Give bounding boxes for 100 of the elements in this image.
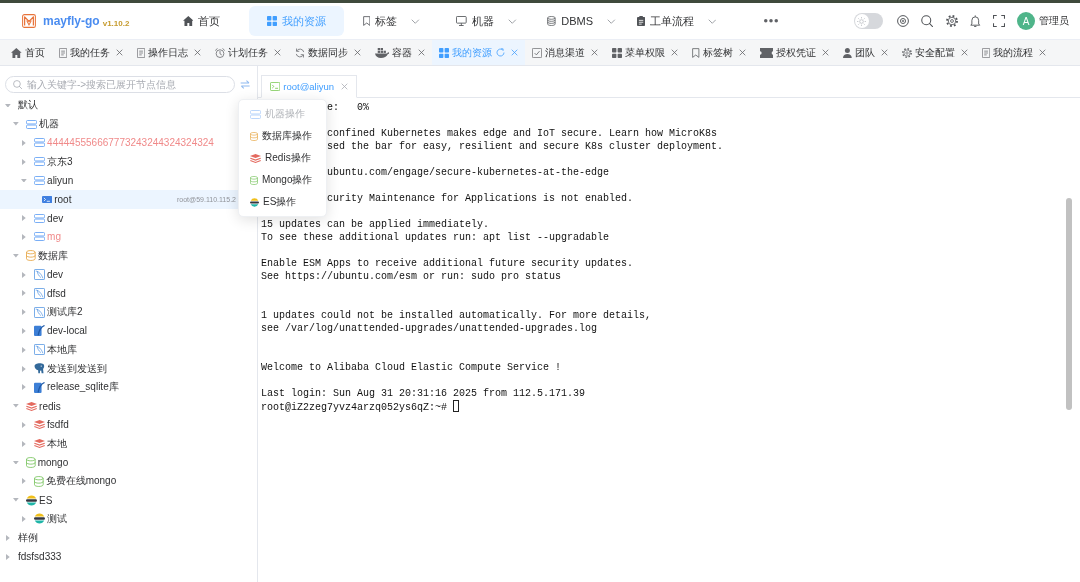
nav-menu-item[interactable]: 工单流程	[629, 6, 724, 36]
close-icon[interactable]	[822, 49, 830, 56]
nav-menu-item[interactable]: 标签	[344, 6, 439, 36]
tree-item[interactable]: 数据库	[0, 246, 257, 266]
close-icon[interactable]	[961, 49, 969, 56]
striped-circle-icon	[34, 513, 45, 525]
database-icon	[26, 457, 36, 469]
page-tab[interactable]: 我的任务	[51, 40, 130, 65]
refresh-icon[interactable]	[496, 48, 506, 57]
close-icon[interactable]	[193, 49, 201, 56]
page-tab[interactable]: 安全配置	[895, 40, 976, 65]
close-icon[interactable]	[671, 49, 679, 56]
caret-right-icon[interactable]	[22, 365, 26, 372]
tree-item[interactable]: dev	[0, 265, 257, 284]
caret-right-icon[interactable]	[22, 421, 26, 428]
swap-icon[interactable]	[240, 80, 251, 89]
tree-item[interactable]: fdsfsd333	[0, 547, 257, 566]
nav-menu-item[interactable]: DBMS	[534, 6, 629, 36]
user-name[interactable]: 管理员	[1039, 14, 1069, 28]
close-icon[interactable]	[511, 49, 519, 56]
target-icon[interactable]	[896, 15, 909, 27]
close-icon[interactable]	[881, 49, 889, 56]
caret-down-icon[interactable]	[21, 178, 27, 183]
caret-right-icon[interactable]	[22, 478, 26, 485]
bell-icon[interactable]	[970, 15, 981, 27]
logo-icon	[22, 14, 36, 28]
terminal-line: To see these additional updates run: apt list --upgradable	[261, 232, 610, 243]
caret-right-icon[interactable]	[22, 384, 26, 391]
alarm-clock-icon	[214, 47, 225, 58]
close-icon[interactable]	[418, 49, 426, 56]
terminal-line: Last login: Sun Aug 31 20:31:16 2025 from 112.5.171.39	[261, 388, 586, 399]
tree-item[interactable]: mongo	[0, 453, 257, 472]
tree-item[interactable]: redis	[0, 396, 257, 416]
close-icon[interactable]	[353, 49, 361, 56]
ticket-icon	[759, 47, 774, 58]
caret-right-icon[interactable]	[22, 346, 26, 353]
tree-item[interactable]: dev-local	[0, 321, 257, 341]
page-tab[interactable]: 数据同步	[287, 40, 368, 65]
terminal-line: confined Kubernetes makes edge and IoT secure. Learn how MicroK8s	[327, 128, 718, 139]
caret-down-icon[interactable]	[13, 253, 19, 258]
page-tab[interactable]: 标签树	[685, 40, 753, 65]
page-tab[interactable]: 计划任务	[207, 40, 288, 65]
tree-item[interactable]: release_sqlite库	[0, 377, 257, 397]
search-icon[interactable]	[921, 15, 933, 27]
tree-item[interactable]: 测试	[0, 509, 257, 529]
page-tab[interactable]: 授权凭证	[752, 40, 837, 65]
caret-right-icon[interactable]	[22, 140, 26, 146]
caret-down-icon[interactable]	[5, 103, 11, 108]
tree-item[interactable]: fsdfd	[0, 415, 257, 435]
caret-down-icon[interactable]	[13, 498, 19, 502]
tree-item[interactable]: 免费在线mongo	[0, 471, 257, 491]
caret-right-icon[interactable]	[6, 534, 10, 541]
square-swoosh-icon	[34, 306, 45, 318]
caret-right-icon[interactable]	[22, 215, 26, 222]
gear-icon[interactable]	[945, 15, 958, 27]
caret-down-icon[interactable]	[13, 460, 19, 465]
fullscreen-icon[interactable]	[993, 15, 1005, 27]
tree-item[interactable]: 发送到发送到	[0, 359, 257, 378]
close-icon[interactable]	[273, 49, 281, 56]
page-tab[interactable]: 操作日志	[129, 40, 208, 65]
theme-switch[interactable]	[853, 13, 883, 29]
tree-item[interactable]: 样例	[0, 528, 257, 548]
nav-menu-item[interactable]: 机器	[439, 6, 534, 36]
tree-item[interactable]: 测试库2	[0, 302, 257, 322]
caret-right-icon[interactable]	[22, 290, 26, 297]
caret-right-icon[interactable]	[22, 440, 26, 447]
search-field[interactable]: 输入关键字->搜索已展开节点信息	[5, 76, 235, 93]
terminal-line: ubuntu.com/engage/secure-kubernetes-at-the-edge	[327, 167, 610, 178]
caret-right-icon[interactable]	[22, 233, 26, 240]
close-icon[interactable]	[591, 49, 599, 56]
caret-right-icon[interactable]	[22, 158, 26, 165]
more-icon[interactable]	[764, 19, 778, 23]
search-icon	[13, 80, 22, 89]
scrollbar-thumb[interactable]	[1066, 198, 1072, 410]
terminal-icon	[270, 82, 281, 91]
caret-right-icon[interactable]	[22, 515, 26, 522]
caret-down-icon[interactable]	[13, 404, 19, 408]
tree-item[interactable]: ES	[0, 490, 257, 510]
layers-icon	[34, 439, 46, 449]
caret-right-icon[interactable]	[22, 327, 26, 334]
close-icon[interactable]	[115, 49, 123, 56]
close-icon[interactable]	[1039, 49, 1047, 56]
page-tab[interactable]: 我的流程	[975, 40, 1054, 65]
caret-down-icon[interactable]	[13, 122, 19, 126]
tree-item[interactable]: dfsd	[0, 283, 257, 303]
page-tab[interactable]: 菜单权限	[605, 40, 686, 65]
document-icon	[982, 47, 991, 58]
page-tab[interactable]: 容器	[367, 40, 433, 65]
page-tab[interactable]: 消息渠道	[525, 40, 606, 65]
page-tab[interactable]: 团队	[836, 40, 896, 65]
caret-right-icon[interactable]	[22, 309, 26, 316]
caret-right-icon[interactable]	[22, 271, 26, 278]
page-tab[interactable]: 首页	[4, 40, 52, 65]
close-icon[interactable]	[341, 83, 349, 90]
caret-right-icon[interactable]	[6, 553, 10, 560]
nav-menu-item[interactable]: 首页	[154, 6, 249, 36]
terminal-line: see /var/log/unattended-upgrades/unattended-upgrades.log	[261, 323, 598, 334]
tree-item[interactable]: 本地库	[0, 340, 257, 360]
tree-item[interactable]: 本地	[0, 434, 257, 454]
close-icon[interactable]	[738, 49, 746, 56]
